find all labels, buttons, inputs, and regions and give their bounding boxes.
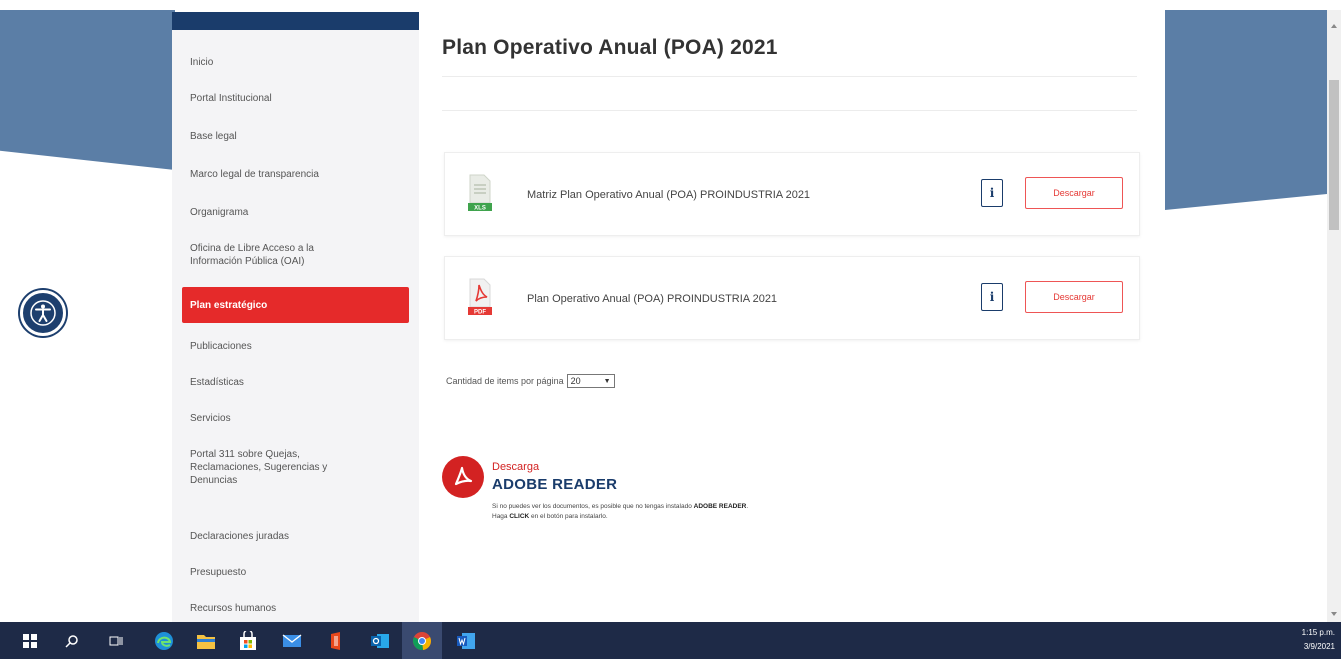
divider xyxy=(442,76,1137,77)
svg-text:PDF: PDF xyxy=(474,310,486,316)
scroll-up-arrow-icon[interactable] xyxy=(1331,24,1337,28)
sidebar-item-recursos-humanos[interactable]: Recursos humanos xyxy=(172,602,294,615)
sidebar-item-portal-institucional[interactable]: Portal Institucional xyxy=(172,92,290,105)
store-icon[interactable] xyxy=(234,622,262,659)
background-banner-left xyxy=(0,10,175,170)
download-button[interactable]: Descargar xyxy=(1025,177,1123,209)
sidebar-item-presupuesto[interactable]: Presupuesto xyxy=(172,566,264,579)
document-name[interactable]: Plan Operativo Anual (POA) PROINDUSTRIA … xyxy=(527,257,777,341)
document-info-button[interactable]: i xyxy=(981,179,1003,207)
task-view-icon[interactable] xyxy=(106,622,126,659)
download-button[interactable]: Descargar xyxy=(1025,281,1123,313)
document-card: PDF Plan Operativo Anual (POA) PROINDUST… xyxy=(444,256,1140,340)
file-explorer-icon[interactable] xyxy=(192,622,220,659)
document-name[interactable]: Matriz Plan Operativo Anual (POA) PROIND… xyxy=(527,153,810,237)
search-icon[interactable] xyxy=(62,622,82,659)
clock-time: 1:15 p.m. xyxy=(1301,628,1335,637)
items-per-page: Cantidad de items por página 20 ▼ xyxy=(446,374,615,388)
sidebar-item-marco-legal[interactable]: Marco legal de transparencia xyxy=(172,168,337,181)
pdf-file-icon: PDF xyxy=(468,278,492,316)
accessibility-icon xyxy=(30,300,56,326)
outlook-icon[interactable] xyxy=(366,622,394,659)
sidebar-nav: Inicio Portal Institucional Base legal M… xyxy=(172,12,419,622)
accessibility-button[interactable] xyxy=(20,290,66,336)
scroll-down-arrow-icon[interactable] xyxy=(1331,612,1337,616)
sidebar-item-base-legal[interactable]: Base legal xyxy=(172,130,255,143)
adobe-reader-label[interactable]: ADOBE READER xyxy=(492,476,617,493)
word-icon[interactable] xyxy=(452,622,480,659)
adobe-reader-note: Si no puedes ver los documentos, es posi… xyxy=(492,503,749,520)
main-content: Plan Operativo Anual (POA) 2021 XLS Matr… xyxy=(420,12,1165,622)
sidebar-header-bar xyxy=(172,12,419,30)
clock-date: 3/9/2021 xyxy=(1303,642,1335,651)
edge-icon[interactable] xyxy=(150,622,178,659)
adobe-download-label[interactable]: Descarga xyxy=(492,461,539,473)
background-banner-right xyxy=(1165,10,1327,210)
chevron-down-icon: ▼ xyxy=(603,377,611,385)
sidebar-item-publicaciones[interactable]: Publicaciones xyxy=(172,340,270,353)
windows-start-icon[interactable] xyxy=(20,622,40,659)
sidebar-item-portal-311[interactable]: Portal 311 sobre Quejas, Reclamaciones, … xyxy=(172,448,382,487)
items-per-page-label: Cantidad de items por página xyxy=(446,376,564,386)
windows-taskbar: 1:15 p.m. 3/9/2021 xyxy=(0,622,1341,659)
adobe-reader-download-button[interactable] xyxy=(442,456,484,498)
page-title: Plan Operativo Anual (POA) 2021 xyxy=(442,36,778,59)
chrome-icon[interactable] xyxy=(402,622,442,659)
sidebar-item-organigrama[interactable]: Organigrama xyxy=(172,206,266,219)
items-per-page-value: 20 xyxy=(570,376,581,386)
document-info-button[interactable]: i xyxy=(981,283,1003,311)
sidebar-item-inicio[interactable]: Inicio xyxy=(172,56,231,69)
system-clock[interactable]: 1:15 p.m. 3/9/2021 xyxy=(1302,626,1335,654)
sidebar-item-oai[interactable]: Oficina de Libre Acceso a la Información… xyxy=(172,242,362,268)
sidebar-item-servicios[interactable]: Servicios xyxy=(172,412,249,425)
svg-text:XLS: XLS xyxy=(474,206,486,212)
sidebar-item-declaraciones-juradas[interactable]: Declaraciones juradas xyxy=(172,530,307,543)
mail-icon[interactable] xyxy=(278,622,306,659)
document-card: XLS Matriz Plan Operativo Anual (POA) PR… xyxy=(444,152,1140,236)
xls-file-icon: XLS xyxy=(468,174,492,212)
sidebar-item-plan-estrategico[interactable]: Plan estratégico xyxy=(182,287,409,323)
adobe-acrobat-icon xyxy=(454,466,473,486)
divider xyxy=(442,110,1137,111)
items-per-page-select[interactable]: 20 ▼ xyxy=(566,374,615,388)
office-icon[interactable] xyxy=(322,622,350,659)
sidebar-item-estadisticas[interactable]: Estadísticas xyxy=(172,376,262,389)
scrollbar-thumb[interactable] xyxy=(1329,80,1339,230)
